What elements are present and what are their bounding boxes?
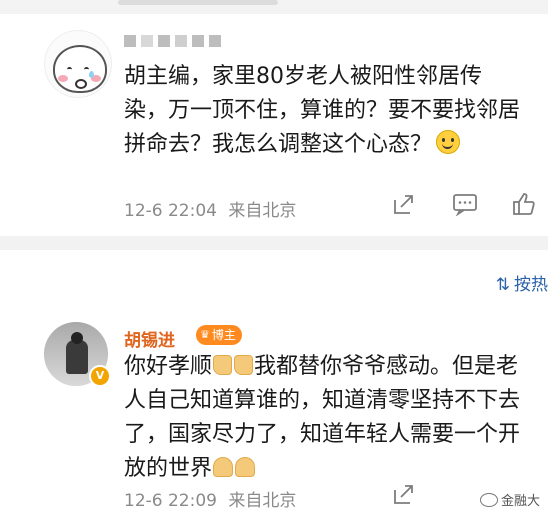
pray-emoji-icon [235, 457, 256, 477]
avatar[interactable] [44, 30, 112, 98]
crown-icon: ♛ [200, 328, 210, 341]
comment-location: 来自北京 [228, 201, 297, 221]
comment-text: 胡主编，家里80岁老人被阳性邻居传染，万一顶不住，算谁的？要不要找邻居拼命去？我… [124, 64, 521, 157]
cheek-icon [58, 75, 68, 82]
reply-meta: 12-6 22:09 来自北京 [124, 486, 296, 511]
like-icon[interactable] [512, 192, 536, 216]
tear-icon [89, 71, 94, 78]
section-divider [0, 236, 548, 250]
comment-icon[interactable] [452, 192, 477, 217]
comment-item: 胡主编，家里80岁老人被阳性邻居传染，万一顶不住，算谁的？要不要找邻居拼命去？我… [0, 14, 548, 236]
smile-emoji-icon [436, 130, 461, 154]
verified-badge: V [89, 365, 111, 387]
masked-username[interactable] [124, 35, 221, 47]
share-icon[interactable] [392, 482, 416, 506]
top-bar [118, 0, 278, 5]
top-band [0, 0, 548, 14]
comment-actions [392, 192, 536, 217]
watermark: 金融大 [480, 490, 540, 509]
share-icon[interactable] [392, 192, 416, 216]
blogger-badge: ♛ 博主 [196, 325, 242, 345]
thumbs-up-emoji-icon [234, 355, 254, 375]
reply-text: 你好孝顺 我都替你爷爷感动。但是老人自己知道算谁的，知道清零坚持不下去了，国家尽力… [124, 354, 521, 481]
reply-actions [392, 482, 416, 506]
reply-time: 12-6 22:09 [124, 491, 217, 511]
wechat-icon [480, 492, 498, 507]
comment-meta: 12-6 22:04 来自北京 [124, 196, 296, 221]
sort-icon: ⇅ [495, 275, 510, 295]
author-name[interactable]: 胡锡进 [124, 326, 175, 351]
eye-icon [84, 67, 89, 72]
baby-face-icon [53, 45, 107, 93]
thumbs-up-emoji-icon [213, 355, 233, 375]
sort-toggle[interactable]: ⇅ 按热 [496, 270, 548, 295]
mouth-icon [75, 79, 87, 89]
eye-icon [67, 67, 72, 72]
comment-time: 12-6 22:04 [124, 201, 217, 221]
reply-location: 来自北京 [228, 491, 297, 511]
person-icon [66, 340, 88, 374]
pray-emoji-icon [213, 457, 234, 477]
